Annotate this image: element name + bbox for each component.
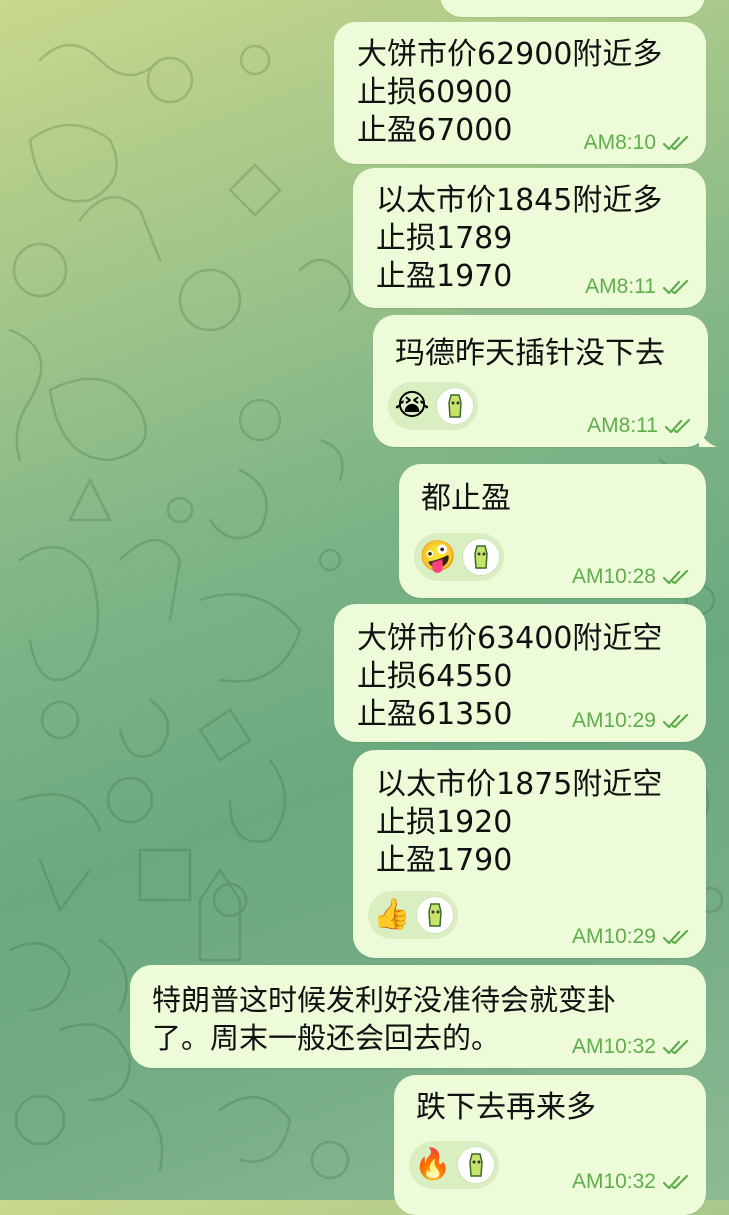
message-bubble[interactable]: 都止盈 🤪 AM10:28 (399, 464, 706, 598)
double-check-icon (662, 279, 689, 295)
double-check-icon (662, 1174, 689, 1190)
message-text: 以太市价1875附近空 止损1920 止盈1790 (376, 767, 663, 878)
message-bubble-partial[interactable] (440, 0, 705, 17)
reaction-chip[interactable]: 😭 (388, 382, 478, 430)
message-meta: AM8:10 (584, 131, 692, 155)
message-bubble[interactable]: 跌下去再来多 🔥 AM10:32 (394, 1075, 706, 1215)
message-bubble[interactable]: 以太市价1845附近多 止损1789 止盈1970 AM8:11 (353, 168, 706, 308)
message-bubble[interactable]: 大饼市价62900附近多 止损60900 止盈67000 AM8:10 (334, 22, 706, 164)
message-meta: AM10:32 (572, 1035, 692, 1059)
user-avatar-icon (462, 538, 500, 576)
fire-emoji: 🔥 (414, 1147, 452, 1182)
message-meta: AM10:29 (572, 925, 692, 949)
zany-face-emoji: 🤪 (419, 539, 457, 574)
message-bubble[interactable]: 大饼市价63400附近空 止损64550 止盈61350 AM10:29 (334, 604, 706, 742)
loudly-crying-face-emoji: 😭 (394, 388, 430, 423)
double-check-icon (664, 418, 691, 434)
message-time: AM10:29 (571, 709, 656, 732)
message-time: AM8:11 (587, 414, 658, 437)
user-avatar-icon (416, 896, 454, 934)
message-meta: AM10:32 (572, 1170, 692, 1194)
double-check-icon (662, 1039, 689, 1055)
double-check-icon (662, 569, 689, 585)
reaction-chip[interactable]: 👍 (368, 891, 458, 939)
message-time: AM10:28 (571, 565, 656, 588)
reaction-chip[interactable]: 🤪 (414, 533, 504, 581)
user-avatar-icon (436, 387, 474, 425)
message-time: AM8:10 (583, 131, 656, 154)
message-time: AM10:32 (571, 1035, 656, 1058)
reactions-row: 🤪 (414, 533, 504, 581)
message-meta: AM10:28 (572, 565, 692, 589)
message-time: AM10:32 (571, 1170, 656, 1193)
message-text: 都止盈 (421, 481, 511, 516)
reactions-row: 😭 (388, 382, 478, 430)
message-bubble[interactable]: 特朗普这时候发利好没准待会就变卦 了。周末一般还会回去的。 AM10:32 (130, 965, 706, 1068)
double-check-icon (662, 135, 689, 151)
message-meta: AM10:29 (572, 709, 692, 733)
double-check-icon (662, 929, 689, 945)
message-meta: AM8:11 (585, 275, 692, 299)
message-text: 玛德昨天插针没下去 (395, 336, 665, 371)
message-meta: AM8:11 (587, 414, 694, 438)
message-time: AM10:29 (571, 925, 656, 948)
message-bubble[interactable]: 以太市价1875附近空 止损1920 止盈1790 👍 AM10:29 (353, 750, 706, 958)
message-text: 特朗普这时候发利好没准待会就变卦 了。周末一般还会回去的。 (152, 983, 617, 1055)
bubble-tail (699, 425, 717, 447)
message-time: AM8:11 (585, 275, 656, 298)
message-bubble[interactable]: 玛德昨天插针没下去 😭 AM8:11 (373, 315, 717, 447)
double-check-icon (662, 713, 689, 729)
user-avatar-icon (457, 1146, 495, 1184)
thumbs-up-emoji: 👍 (373, 897, 411, 932)
reactions-row: 👍 (368, 891, 458, 939)
message-text: 跌下去再来多 (416, 1090, 596, 1125)
reactions-row: 🔥 (409, 1141, 499, 1189)
reaction-chip[interactable]: 🔥 (409, 1141, 499, 1189)
